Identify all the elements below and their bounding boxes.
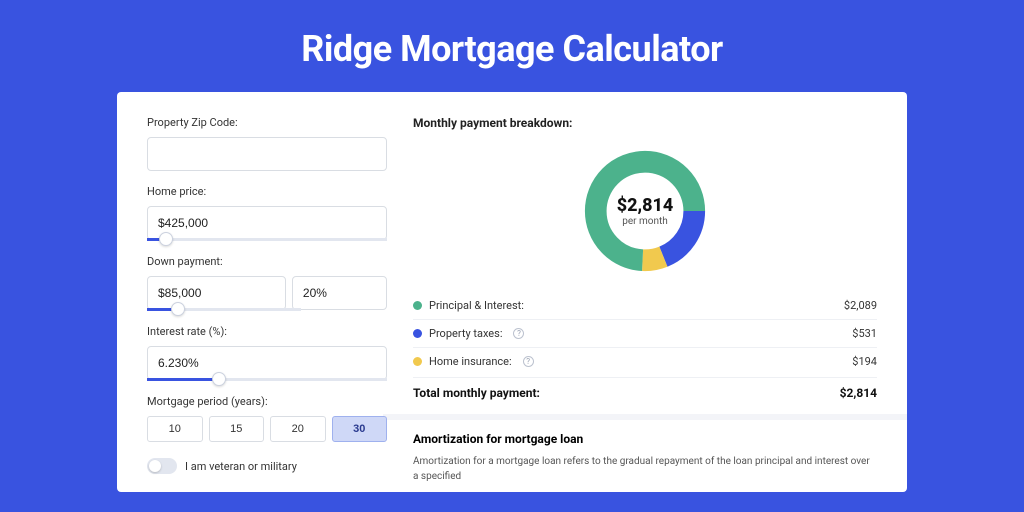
down-payment-label: Down payment: [147, 255, 387, 268]
help-icon[interactable]: ? [513, 328, 524, 339]
donut-sub: per month [622, 216, 668, 227]
calculator-card: Property Zip Code: Home price: Down paym… [117, 92, 907, 492]
home-price-slider[interactable] [147, 238, 387, 241]
help-icon[interactable]: ? [523, 356, 534, 367]
amort-title: Amortization for mortgage loan [413, 432, 877, 446]
legend-dot [413, 301, 422, 310]
legend: Principal & Interest: $2,089 Property taxe… [413, 292, 877, 375]
period-option-10[interactable]: 10 [147, 416, 203, 442]
breakdown-title: Monthly payment breakdown: [413, 116, 877, 130]
legend-row: Principal & Interest: $2,089 [413, 292, 877, 320]
donut-wrap: $2,814 per month [413, 140, 877, 292]
legend-row: Property taxes:? $531 [413, 320, 877, 348]
legend-value: $2,089 [844, 299, 877, 312]
field-down-payment: Down payment: [147, 255, 387, 311]
home-price-slider-handle[interactable] [159, 232, 173, 246]
donut-amount: $2,814 [617, 195, 674, 216]
inputs-column: Property Zip Code: Home price: Down paym… [147, 116, 387, 492]
interest-label: Interest rate (%): [147, 325, 387, 338]
legend-label: Principal & Interest: [429, 299, 524, 312]
legend-value: $194 [852, 355, 877, 368]
veteran-row: I am veteran or military [147, 458, 387, 474]
home-price-label: Home price: [147, 185, 387, 198]
interest-slider[interactable] [147, 378, 387, 381]
field-zip: Property Zip Code: [147, 116, 387, 171]
veteran-label: I am veteran or military [185, 460, 297, 473]
amortization-section: Amortization for mortgage loan Amortizat… [383, 414, 907, 484]
page-title: Ridge Mortgage Calculator [0, 0, 1024, 92]
period-option-30[interactable]: 30 [332, 416, 388, 442]
down-payment-slider-handle[interactable] [171, 302, 185, 316]
veteran-toggle[interactable] [147, 458, 177, 474]
period-option-15[interactable]: 15 [209, 416, 265, 442]
field-interest: Interest rate (%): [147, 325, 387, 381]
toggle-knob [149, 460, 161, 472]
amort-text: Amortization for a mortgage loan refers … [413, 454, 877, 484]
total-label: Total monthly payment: [413, 386, 540, 400]
legend-dot [413, 357, 422, 366]
interest-slider-fill [147, 378, 219, 381]
interest-input[interactable] [147, 346, 387, 380]
field-period: Mortgage period (years): 10152030 [147, 395, 387, 442]
period-option-20[interactable]: 20 [270, 416, 326, 442]
legend-dot [413, 329, 422, 338]
interest-slider-handle[interactable] [212, 372, 226, 386]
zip-input[interactable] [147, 137, 387, 171]
legend-label: Home insurance: [429, 355, 512, 368]
legend-label: Property taxes: [429, 327, 502, 340]
field-home-price: Home price: [147, 185, 387, 241]
down-payment-amount-input[interactable] [147, 276, 286, 310]
period-label: Mortgage period (years): [147, 395, 387, 408]
home-price-input[interactable] [147, 206, 387, 240]
down-payment-slider[interactable] [147, 308, 301, 311]
results-column: Monthly payment breakdown: $2,814 per mo… [413, 116, 877, 492]
legend-value: $531 [852, 327, 877, 340]
legend-row: Home insurance:? $194 [413, 348, 877, 375]
zip-label: Property Zip Code: [147, 116, 387, 129]
period-options: 10152030 [147, 416, 387, 442]
donut-chart: $2,814 per month [580, 146, 710, 276]
down-payment-pct-input[interactable] [292, 276, 387, 310]
total-value: $2,814 [840, 386, 877, 400]
donut-center: $2,814 per month [580, 146, 710, 276]
total-row: Total monthly payment: $2,814 [413, 377, 877, 414]
